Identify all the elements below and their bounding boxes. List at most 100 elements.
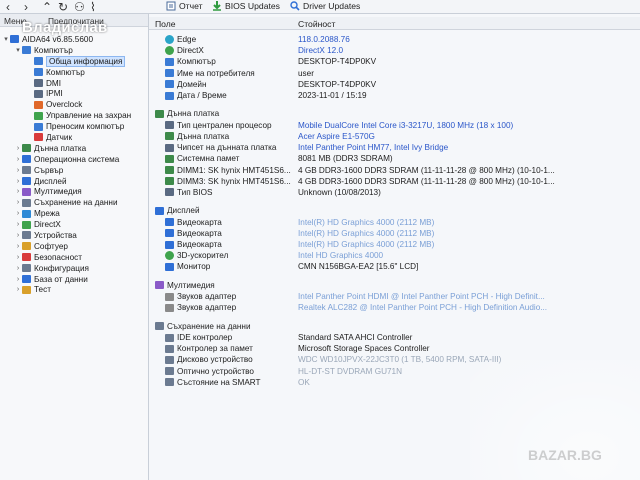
- tree-item[interactable]: Преносим компютър: [0, 121, 148, 132]
- up-arrow-icon[interactable]: ⌃: [42, 1, 52, 13]
- tree-item[interactable]: ▾ Компютър: [0, 45, 148, 56]
- detail-row[interactable]: Контролер за памет Microsoft Storage Spac…: [149, 343, 640, 354]
- tree-item[interactable]: DMI: [0, 78, 148, 89]
- chart-icon[interactable]: ⌇: [90, 1, 96, 13]
- expand-toggle-icon[interactable]: ›: [14, 199, 22, 206]
- field-name: DIMM3: SK hynix HMT451S6...: [165, 177, 291, 186]
- detail-row[interactable]: Оптично устройство HL-DT-ST DVDRAM GU71N: [149, 366, 640, 377]
- detail-row[interactable]: Домейн DESKTOP-T4DP0KV: [149, 79, 640, 90]
- expand-toggle-icon[interactable]: ›: [14, 232, 22, 239]
- detail-row[interactable]: Чипсет на дънната платка Intel Panther Po…: [149, 142, 640, 153]
- field-icon: [165, 367, 174, 376]
- detail-row[interactable]: Тип BIOS Unknown (10/08/2013): [149, 187, 640, 198]
- detail-row[interactable]: Системна памет 8081 MB (DDR3 SDRAM): [149, 153, 640, 164]
- tree-item-icon: [22, 166, 31, 175]
- tree-item[interactable]: Компютър: [0, 67, 148, 78]
- field-value: CMN N156BGA-EA2 [15.6" LCD]: [298, 262, 419, 272]
- field-value[interactable]: Mobile DualCore Intel Core i3-3217U, 180…: [298, 121, 513, 130]
- section-header[interactable]: Мултимедия: [149, 280, 640, 291]
- expand-toggle-icon[interactable]: ›: [14, 221, 22, 228]
- tree-item[interactable]: › Софтуер: [0, 241, 148, 252]
- tree-item[interactable]: › Тест: [0, 284, 148, 295]
- detail-row[interactable]: Монитор CMN N156BGA-EA2 [15.6" LCD]: [149, 261, 640, 272]
- field-icon: [165, 154, 174, 163]
- column-field-header[interactable]: Поле: [155, 19, 176, 29]
- detail-row[interactable]: Тип централен процесор Mobile DualCore In…: [149, 120, 640, 131]
- tree-item[interactable]: Управление на захран: [0, 110, 148, 121]
- tree-item[interactable]: › Операционна система: [0, 154, 148, 165]
- detail-row[interactable]: Състояние на SMART OK: [149, 377, 640, 388]
- tree-item-label: DirectX: [34, 220, 61, 230]
- detail-row[interactable]: IDE контролер Standard SATA AHCI Controll…: [149, 332, 640, 343]
- expand-toggle-icon[interactable]: ›: [14, 156, 22, 163]
- expand-toggle-icon[interactable]: ›: [14, 178, 22, 185]
- section-header[interactable]: Съхранение на данни: [149, 321, 640, 332]
- expand-toggle-icon[interactable]: ›: [14, 265, 22, 272]
- detail-row[interactable]: Звуков адаптер Realtek ALC282 @ Intel Pan…: [149, 302, 640, 313]
- expand-toggle-icon[interactable]: ›: [14, 243, 22, 250]
- tree-item-label: Датчик: [46, 132, 73, 142]
- section-header[interactable]: Дисплей: [149, 205, 640, 216]
- detail-row[interactable]: DirectX DirectX 12.0: [149, 45, 640, 56]
- detail-row[interactable]: Дисково устройство WDC WD10JPVX-22JC3T0 (…: [149, 354, 640, 365]
- tree-item[interactable]: › Устройства: [0, 230, 148, 241]
- tree-item[interactable]: IPMI: [0, 88, 148, 99]
- field-icon: [165, 80, 174, 89]
- field-value: Microsoft Storage Spaces Controller: [298, 344, 430, 354]
- detail-row[interactable]: DIMM1: SK hynix HMT451S6... 4 GB DDR3-160…: [149, 165, 640, 176]
- tree-item[interactable]: Обща информация: [0, 55, 148, 67]
- expand-toggle-icon[interactable]: ›: [14, 276, 22, 283]
- detail-row[interactable]: Видеокарта Intel(R) HD Graphics 4000 (211…: [149, 217, 640, 228]
- back-arrow-icon[interactable]: ‹: [6, 1, 10, 13]
- tree-item[interactable]: › Дънна платка: [0, 143, 148, 154]
- bios-updates-button[interactable]: BIOS Updates: [212, 0, 280, 12]
- refresh-icon[interactable]: ↻: [58, 1, 68, 13]
- forward-arrow-icon[interactable]: ›: [24, 1, 28, 13]
- tree-item[interactable]: › Конфигурация: [0, 263, 148, 274]
- detail-row[interactable]: Име на потребителя user: [149, 68, 640, 79]
- expand-toggle-icon[interactable]: ›: [14, 145, 22, 152]
- tree-item[interactable]: › База от данни: [0, 274, 148, 285]
- field-label: 3D-ускорител: [177, 251, 229, 261]
- expand-toggle-icon[interactable]: ›: [14, 286, 22, 293]
- tree-item[interactable]: › Сървър: [0, 165, 148, 176]
- field-value[interactable]: Intel Panther Point HM77, Intel Ivy Brid…: [298, 143, 448, 152]
- tree-item[interactable]: › Дисплей: [0, 176, 148, 187]
- field-name: Тип BIOS: [165, 188, 213, 197]
- driver-updates-button[interactable]: Driver Updates: [290, 0, 360, 12]
- expand-toggle-icon[interactable]: ▾: [14, 46, 22, 54]
- detail-row[interactable]: Дата / Време 2023-11-01 / 15:19: [149, 90, 640, 101]
- detail-row[interactable]: Видеокарта Intel(R) HD Graphics 4000 (211…: [149, 239, 640, 250]
- expand-toggle-icon[interactable]: ▾: [2, 35, 10, 43]
- expand-toggle-icon[interactable]: ›: [14, 254, 22, 261]
- section-header[interactable]: Дънна платка: [149, 108, 640, 119]
- tree-item-label: Компютър: [34, 45, 73, 55]
- tree-item-icon: [22, 275, 31, 284]
- tree-item-icon: [22, 231, 31, 240]
- field-value: 4 GB DDR3-1600 DDR3 SDRAM (11-11-11-28 @…: [298, 165, 555, 175]
- expand-toggle-icon[interactable]: ›: [14, 188, 22, 195]
- field-name: DIMM1: SK hynix HMT451S6...: [165, 166, 291, 175]
- tree-item[interactable]: Overclock: [0, 99, 148, 110]
- tree-item[interactable]: Датчик: [0, 132, 148, 143]
- tree-item[interactable]: › Мултимедия: [0, 186, 148, 197]
- column-value-header[interactable]: Стойност: [298, 19, 335, 29]
- detail-row[interactable]: Edge 118.0.2088.76: [149, 34, 640, 45]
- expand-toggle-icon[interactable]: ›: [14, 210, 22, 217]
- detail-row[interactable]: Звуков адаптер Intel Panther Point HDMI @…: [149, 291, 640, 302]
- tree-item[interactable]: › Съхранение на данни: [0, 197, 148, 208]
- detail-row[interactable]: DIMM3: SK hynix HMT451S6... 4 GB DDR3-160…: [149, 176, 640, 187]
- detail-row[interactable]: Дънна платка Acer Aspire E1-570G: [149, 131, 640, 142]
- field-value[interactable]: Acer Aspire E1-570G: [298, 132, 375, 141]
- user-icon[interactable]: ⚇: [74, 1, 85, 13]
- field-value[interactable]: DirectX 12.0: [298, 46, 343, 55]
- tree-item[interactable]: › Мрежа: [0, 208, 148, 219]
- expand-toggle-icon[interactable]: ›: [14, 167, 22, 174]
- report-button[interactable]: Отчет: [166, 0, 203, 12]
- field-value[interactable]: 118.0.2088.76: [298, 35, 350, 44]
- detail-row[interactable]: 3D-ускорител Intel HD Graphics 4000: [149, 250, 640, 261]
- tree-item[interactable]: › DirectX: [0, 219, 148, 230]
- detail-row[interactable]: Компютър DESKTOP-T4DP0KV: [149, 56, 640, 67]
- tree-item[interactable]: › Безопасност: [0, 252, 148, 263]
- detail-row[interactable]: Видеокарта Intel(R) HD Graphics 4000 (211…: [149, 228, 640, 239]
